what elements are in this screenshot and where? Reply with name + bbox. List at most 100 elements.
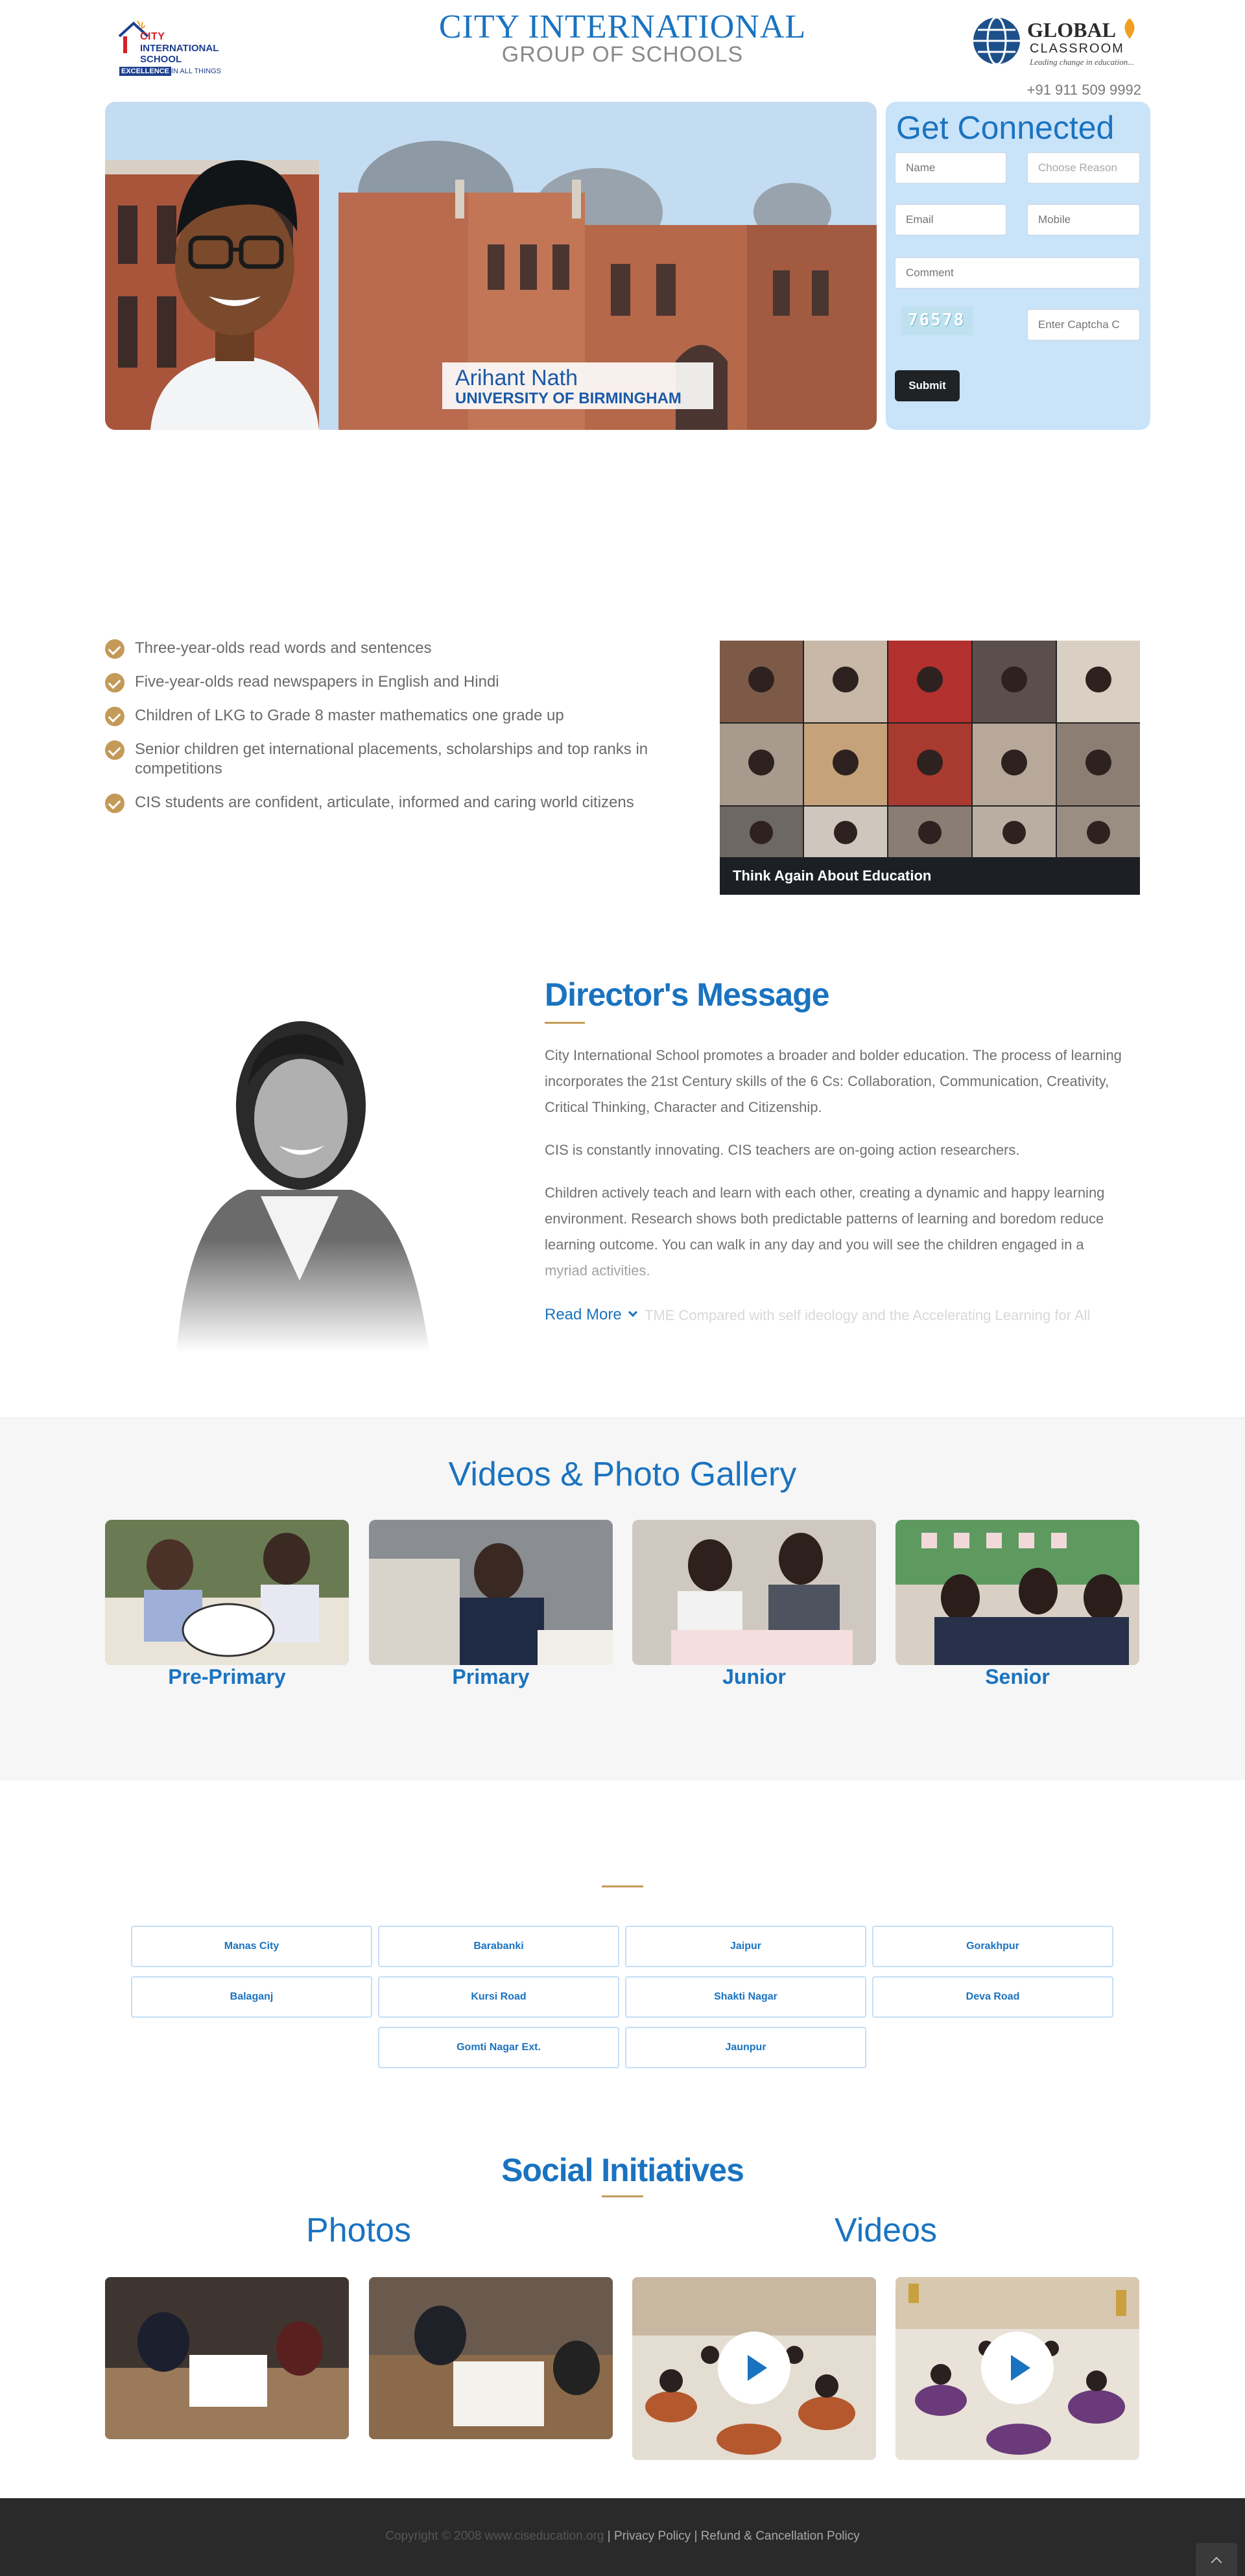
check-circle-icon — [105, 639, 124, 659]
phone-number[interactable]: +91 911 509 9992 — [986, 82, 1141, 99]
check-circle-icon — [105, 673, 124, 692]
footer-text: Copyright © 2008 www.ciseducation.org | … — [0, 2529, 1245, 2544]
logo-tagline-global: Leading change in education... — [1030, 57, 1135, 67]
refund-policy-link[interactable]: Refund & Cancellation Policy — [701, 2529, 860, 2543]
education-video-card[interactable]: Think Again About Education — [720, 641, 1140, 895]
student-university: UNIVERSITY OF BIRMINGHAM — [455, 390, 682, 407]
cis-logo[interactable]: CITY INTERNATIONAL SCHOOL EXCELLENCE IN A… — [112, 14, 228, 79]
check-circle-icon — [105, 707, 124, 726]
hero-banner: Arihant Nath UNIVERSITY OF BIRMINGHAM — [105, 102, 877, 430]
director-portrait — [150, 976, 449, 1352]
junior-photo — [632, 1520, 876, 1665]
comment-input[interactable] — [895, 257, 1140, 289]
feature-text: Five-year-olds read newspapers in Englis… — [135, 673, 499, 691]
location-button[interactable]: Jaipur — [625, 1926, 866, 1967]
pre-primary-photo — [105, 1520, 349, 1665]
email-input[interactable] — [895, 204, 1006, 235]
site-title: CITY INTERNATIONAL — [438, 8, 807, 45]
check-circle-icon — [105, 794, 124, 813]
gallery-card-senior[interactable] — [895, 1520, 1139, 1665]
gallery-card-pre-primary[interactable] — [105, 1520, 349, 1665]
gallery-card-junior[interactable] — [632, 1520, 876, 1665]
read-more-link[interactable]: Read More — [545, 1306, 638, 1324]
location-button[interactable]: Shakti Nagar — [625, 1976, 866, 2018]
student-name: Arihant Nath — [455, 366, 578, 390]
play-icon[interactable] — [981, 2332, 1054, 2404]
logo-text-global: GLOBAL — [1027, 18, 1116, 41]
title-underline — [602, 2195, 643, 2197]
social-title: Social Initiatives — [501, 2152, 744, 2188]
feature-item: Three-year-olds read words and sentences — [105, 639, 689, 659]
social-photo-2 — [369, 2277, 613, 2439]
feature-text: Three-year-olds read words and sentences — [135, 639, 432, 657]
chevron-down-icon — [628, 1307, 638, 1318]
location-button[interactable]: Manas City — [131, 1926, 372, 1967]
logo-text-school: SCHOOL — [140, 54, 182, 65]
feature-item: CIS students are confident, articulate, … — [105, 793, 689, 813]
contact-form: Get Connected Choose Reason 76578 Submit — [886, 102, 1150, 430]
location-button[interactable]: Balaganj — [131, 1976, 372, 2018]
gallery-label[interactable]: Senior — [895, 1665, 1139, 1689]
gallery-card-primary[interactable] — [369, 1520, 613, 1665]
location-button[interactable]: Barabanki — [378, 1926, 619, 1967]
spark-icon — [1124, 18, 1135, 39]
captcha-input[interactable] — [1027, 309, 1140, 340]
mobile-input[interactable] — [1027, 204, 1140, 235]
logo-text-international: INTERNATIONAL — [140, 43, 219, 54]
reason-select[interactable]: Choose Reason — [1027, 152, 1140, 183]
logo-text-classroom: CLASSROOM — [1030, 41, 1124, 56]
check-circle-icon — [105, 740, 124, 760]
hero-caption: Arihant Nath UNIVERSITY OF BIRMINGHAM — [442, 362, 713, 409]
global-classroom-logo[interactable]: GLOBAL CLASSROOM Leading change in educa… — [970, 12, 1145, 70]
submit-button[interactable]: Submit — [895, 370, 960, 401]
gallery-label[interactable]: Junior — [632, 1665, 876, 1689]
logo-tagline-a: EXCELLENCE — [119, 67, 171, 76]
footer-separator: | — [694, 2529, 698, 2543]
location-button[interactable]: Gorakhpur — [872, 1926, 1113, 1967]
social-video-card[interactable] — [632, 2277, 876, 2460]
social-photo-card[interactable] — [369, 2277, 613, 2439]
footer-separator: | — [607, 2529, 611, 2543]
feature-text: Children of LKG to Grade 8 master mathem… — [135, 707, 564, 724]
site-subtitle: GROUP OF SCHOOLS — [501, 42, 744, 67]
feature-item: Senior children get international placem… — [105, 740, 689, 779]
logo-text-city: CITY — [140, 31, 165, 42]
photos-heading: Photos — [306, 2212, 411, 2249]
form-title: Get Connected — [896, 110, 1115, 146]
title-underline — [545, 1022, 585, 1024]
play-icon[interactable] — [718, 2332, 790, 2404]
feature-list: Three-year-olds read words and sentences… — [105, 639, 689, 827]
director-title: Director's Message — [545, 976, 830, 1013]
location-button[interactable]: Gomti Nagar Ext. — [378, 2027, 619, 2068]
director-paragraph: City International School promotes a bro… — [545, 1047, 1122, 1115]
gallery-title: Videos & Photo Gallery — [448, 1456, 797, 1493]
faded-preview-text: TME Compared with self ideology and the … — [645, 1307, 1091, 1323]
globe-icon — [973, 16, 1020, 65]
feature-item: Five-year-olds read newspapers in Englis… — [105, 672, 689, 692]
classroom-mosaic-image — [720, 641, 1140, 857]
name-input[interactable] — [895, 152, 1006, 183]
social-photo-card[interactable] — [105, 2277, 349, 2439]
videos-heading: Videos — [834, 2212, 938, 2249]
primary-photo — [369, 1520, 613, 1665]
logo-tagline-b: IN ALL THINGS — [171, 67, 221, 75]
feature-text: Senior children get international placem… — [135, 740, 648, 777]
social-photo-1 — [105, 2277, 349, 2439]
captcha-image: 76578 — [901, 307, 973, 335]
location-button[interactable]: Kursi Road — [378, 1976, 619, 2018]
video-caption: Think Again About Education — [720, 857, 1140, 895]
section-divider — [602, 1885, 643, 1887]
senior-photo — [895, 1520, 1139, 1665]
gallery-label[interactable]: Primary — [369, 1665, 613, 1689]
location-button[interactable]: Jaunpur — [625, 2027, 866, 2068]
read-more-label: Read More — [545, 1306, 622, 1323]
director-paragraph: CIS is constantly innovating. CIS teache… — [545, 1142, 1020, 1158]
privacy-policy-link[interactable]: Privacy Policy — [614, 2529, 691, 2543]
copyright-text: Copyright © 2008 www.ciseducation.org — [385, 2529, 604, 2543]
location-button[interactable]: Deva Road — [872, 1976, 1113, 2018]
logo-tagline: EXCELLENCE IN ALL THINGS — [119, 67, 221, 76]
social-video-card[interactable] — [895, 2277, 1139, 2460]
feature-item: Children of LKG to Grade 8 master mathem… — [105, 706, 689, 726]
gallery-label[interactable]: Pre-Primary — [105, 1665, 349, 1689]
scroll-to-top-button[interactable] — [1196, 2543, 1237, 2576]
